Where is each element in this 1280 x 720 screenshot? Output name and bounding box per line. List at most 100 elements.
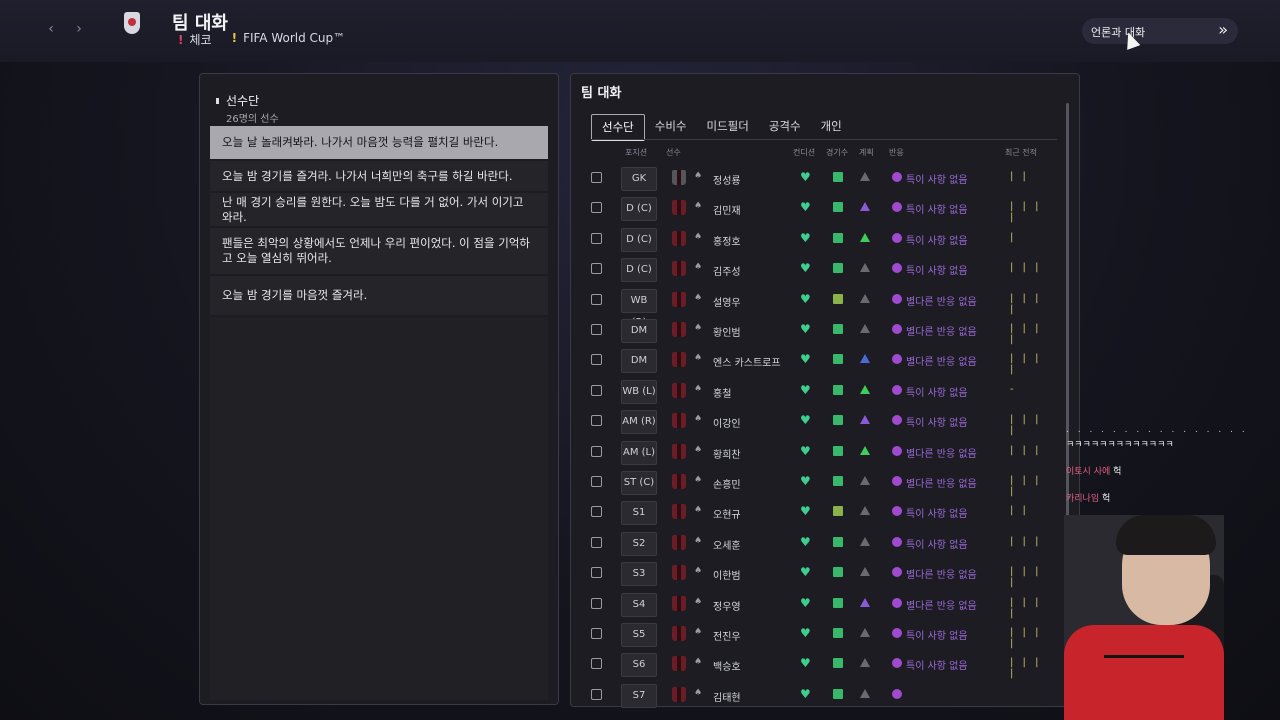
player-checkbox[interactable] [591, 324, 602, 335]
col-header-reaction: 반응 [889, 148, 904, 157]
talk-option-3[interactable]: 난 매 경기 승리를 원한다. 오늘 밤도 다를 거 없어. 가서 이기고 와라… [210, 193, 548, 226]
tab-attackers[interactable]: 공격수 [759, 114, 811, 138]
chat-text: 헉 [1102, 494, 1111, 504]
talk-option-5[interactable]: 오늘 밤 경기를 마음껏 즐겨라. [210, 276, 548, 315]
player-name[interactable]: 정우영 [713, 598, 741, 613]
player-checkbox[interactable] [591, 172, 602, 183]
player-row[interactable]: AM (L) ♠ 황희찬 ♥ 별다른 반응 없음 | | | [590, 438, 1050, 466]
person-icon: ♠ [694, 566, 703, 577]
player-name[interactable]: 김태현 [713, 689, 741, 704]
player-name[interactable]: 이강인 [713, 415, 741, 430]
player-name[interactable]: 백승호 [713, 658, 741, 673]
player-position: S7 [621, 683, 657, 708]
player-name[interactable]: 설영우 [713, 294, 741, 309]
player-reaction: 특이 사항 없음 [906, 509, 968, 521]
kit-icon [672, 504, 686, 520]
player-checkbox[interactable] [591, 688, 602, 700]
player-row[interactable]: DM ♠ 황인범 ♥ 별다른 반응 없음 | | | | [590, 316, 1050, 345]
trend-icon [860, 263, 870, 273]
player-checkbox[interactable] [591, 628, 602, 639]
tab-squad[interactable]: 선수단 [591, 114, 645, 141]
tab-individual[interactable]: 개인 [811, 114, 852, 138]
player-name[interactable]: 엔스 카스트로프 [713, 354, 781, 369]
player-recent-form: | | | | [1010, 475, 1042, 497]
player-row[interactable]: S7 ♠ 김태현 ♥ [590, 681, 1050, 709]
player-checkbox[interactable] [591, 232, 602, 244]
player-recent-form: | | | [1010, 444, 1042, 456]
player-row[interactable]: D (C) ♠ 홍정호 ♥ 특이 사항 없음 | [590, 225, 1050, 253]
player-row[interactable]: S4 ♠ 정우영 ♥ 별다른 반응 없음 | | | | [590, 590, 1050, 619]
player-row[interactable]: GK ♠ 정성룡 ♥ 특이 사항 없음 | | [590, 164, 1050, 192]
check-icon [833, 536, 843, 547]
player-row[interactable]: DM ♠ 엔스 카스트로프 ♥ 별다른 반응 없음 | | | | [590, 346, 1050, 376]
trend-icon [860, 354, 870, 364]
player-row[interactable]: S3 ♠ 이한범 ♥ 별다른 반응 없음 | | | | [590, 559, 1050, 588]
player-recent-form: | | | | [1010, 627, 1042, 649]
player-reaction: 특이 사항 없음 [906, 418, 968, 430]
player-row[interactable]: S5 ♠ 전진우 ♥ 특이 사항 없음 | | | | [590, 620, 1050, 649]
chat-user: 이토시 사에 [1066, 467, 1111, 477]
player-name[interactable]: 정성룡 [713, 172, 741, 187]
player-name[interactable]: 황인범 [713, 324, 741, 339]
person-icon: ♠ [694, 475, 703, 485]
player-reaction: 특이 사항 없음 [906, 266, 968, 278]
press-talk-button[interactable]: 언론과 대화 » [1082, 18, 1238, 44]
back-arrow-icon[interactable]: ‹ [40, 18, 62, 40]
forward-arrow-icon[interactable]: › [68, 18, 90, 40]
player-recent-form: | | | | [1010, 353, 1042, 376]
player-row[interactable]: D (C) ♠ 김주성 ♥ 특이 사항 없음 | | | [590, 255, 1050, 283]
player-checkbox[interactable] [591, 354, 602, 366]
player-position: S4 [621, 592, 657, 617]
player-row[interactable]: WB (R) ♠ 설영우 ♥ 별다른 반응 없음 | | | | [590, 286, 1050, 328]
player-checkbox[interactable] [591, 567, 602, 579]
player-name[interactable]: 홍철 [713, 385, 731, 400]
player-row[interactable]: AM (R) ♠ 이강인 ♥ 특이 사항 없음 | | | | [590, 407, 1050, 436]
check-icon [833, 415, 843, 426]
player-checkbox[interactable] [591, 263, 602, 275]
col-header-recent-form: 최근 전적 [1005, 148, 1037, 157]
player-checkbox[interactable] [591, 384, 602, 396]
talk-option-1[interactable]: 오늘 날 놀래켜봐라. 나가서 마음껏 능력을 펼치길 바란다. [210, 126, 548, 159]
talk-option-4[interactable]: 팬들은 최악의 상황에서도 언제나 우리 편이었다. 이 점을 기억하고 오늘 … [210, 228, 548, 274]
player-checkbox[interactable] [591, 658, 602, 670]
person-icon: ♠ [694, 323, 703, 333]
player-name[interactable]: 김민재 [713, 202, 741, 217]
player-checkbox[interactable] [591, 293, 602, 305]
player-checkbox[interactable] [591, 536, 602, 548]
player-name[interactable]: 홍정호 [713, 233, 741, 248]
player-name[interactable]: 오현규 [713, 506, 741, 521]
col-header-plan: 계획 [859, 148, 874, 157]
player-row[interactable]: S6 ♠ 백승호 ♥ 특이 사항 없음 | | | | [590, 650, 1050, 679]
player-checkbox[interactable] [591, 506, 602, 518]
player-name[interactable]: 오세훈 [713, 537, 741, 552]
player-checkbox[interactable] [591, 597, 602, 609]
player-name[interactable]: 황희찬 [713, 446, 741, 461]
player-row[interactable]: D (C) ♠ 김민재 ♥ 특이 사항 없음 | | | | [590, 194, 1050, 223]
player-row[interactable]: S2 ♠ 오세훈 ♥ 특이 사항 없음 | | | [590, 529, 1050, 557]
player-checkbox[interactable] [591, 445, 602, 457]
heart-icon: ♥ [800, 230, 811, 245]
player-checkbox[interactable] [591, 202, 602, 214]
player-reaction: 별다른 반응 없음 [906, 600, 977, 612]
player-reaction: 별다른 반응 없음 [906, 327, 977, 338]
player-row[interactable]: ST (C) ♠ 손흥민 ♥ 별다른 반응 없음 | | | | [590, 468, 1050, 497]
player-name[interactable]: 손흥민 [713, 476, 741, 491]
player-row[interactable]: WB (L) ♠ 홍철 ♥ 특이 사항 없음 - [590, 377, 1050, 405]
tab-defenders[interactable]: 수비수 [645, 114, 697, 138]
player-name[interactable]: 김주성 [713, 263, 741, 278]
player-name[interactable]: 전진우 [713, 628, 741, 643]
player-checkbox[interactable] [591, 476, 602, 487]
tab-midfielders[interactable]: 미드필더 [697, 114, 759, 138]
person-icon: ♠ [694, 171, 703, 181]
trend-icon [860, 415, 870, 425]
player-recent-form: | | [1010, 505, 1029, 517]
talk-option-2[interactable]: 오늘 밤 경기를 즐겨라. 나가서 너희만의 축구를 하길 바란다. [210, 161, 548, 191]
reaction-icon [892, 354, 902, 365]
trend-icon [860, 172, 870, 181]
player-position: S1 [621, 501, 657, 526]
player-checkbox[interactable] [591, 415, 602, 427]
reaction-icon [892, 415, 902, 426]
player-name[interactable]: 이한범 [713, 567, 741, 582]
kit-icon [672, 595, 686, 611]
player-row[interactable]: S1 ♠ 오현규 ♥ 특이 사항 없음 | | [590, 498, 1050, 526]
